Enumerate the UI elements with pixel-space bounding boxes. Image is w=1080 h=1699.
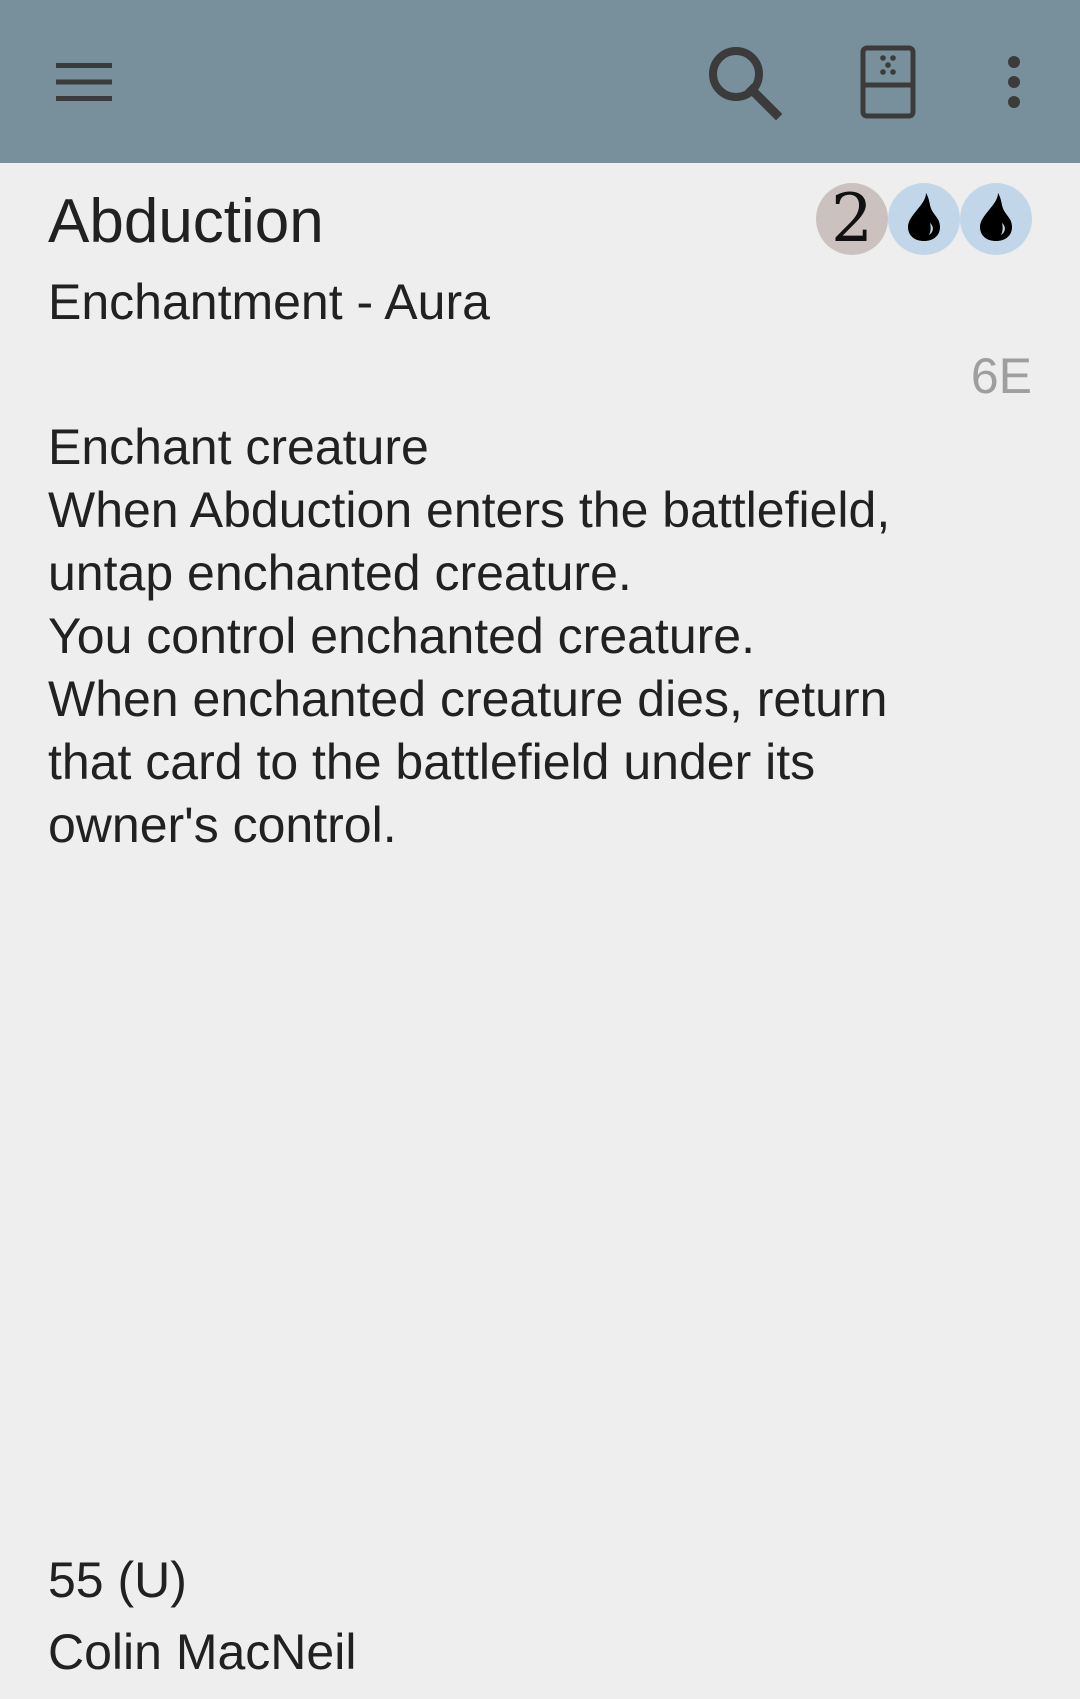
more-options-button[interactable] xyxy=(982,0,1046,163)
mana-cost: 2 xyxy=(816,183,1032,255)
rules-text-line: You control enchanted creature. xyxy=(48,608,755,664)
mana-symbol-blue xyxy=(888,183,960,255)
random-card-button[interactable] xyxy=(838,0,938,163)
more-vert-icon xyxy=(1004,55,1024,108)
mana-symbol-generic: 2 xyxy=(816,183,888,255)
random-card-icon xyxy=(860,45,916,119)
search-icon xyxy=(706,44,782,120)
rules-text-line: When enchanted creature dies, return xyxy=(48,671,888,727)
menu-icon xyxy=(54,60,114,104)
mana-symbol-blue xyxy=(960,183,1032,255)
menu-button[interactable] xyxy=(34,0,134,163)
card-artist: Colin MacNeil xyxy=(48,1624,357,1680)
card-detail-screen: Abduction 2 Enchantment - Aura 6E Enchan… xyxy=(0,0,1080,1699)
rules-text-line: Enchant creature xyxy=(48,419,429,475)
rules-text-line: owner's control. xyxy=(48,797,397,853)
rules-text-line: untap enchanted creature. xyxy=(48,545,632,601)
mana-generic-value: 2 xyxy=(831,180,873,257)
card-name: Abduction xyxy=(48,187,324,256)
search-button[interactable] xyxy=(692,0,796,163)
blue-mana-drop-icon xyxy=(976,191,1016,248)
collector-number: 55 (U) xyxy=(48,1552,187,1608)
app-toolbar xyxy=(0,0,1080,163)
blue-mana-drop-icon xyxy=(904,191,944,248)
card-type-line: Enchantment - Aura xyxy=(48,274,490,330)
rules-text-line: When Abduction enters the battlefield, xyxy=(48,482,891,538)
card-rules-text: Enchant creature When Abduction enters t… xyxy=(48,416,1038,857)
rules-text-line: that card to the battlefield under its xyxy=(48,734,816,790)
card-set-code[interactable]: 6E xyxy=(971,344,1032,408)
